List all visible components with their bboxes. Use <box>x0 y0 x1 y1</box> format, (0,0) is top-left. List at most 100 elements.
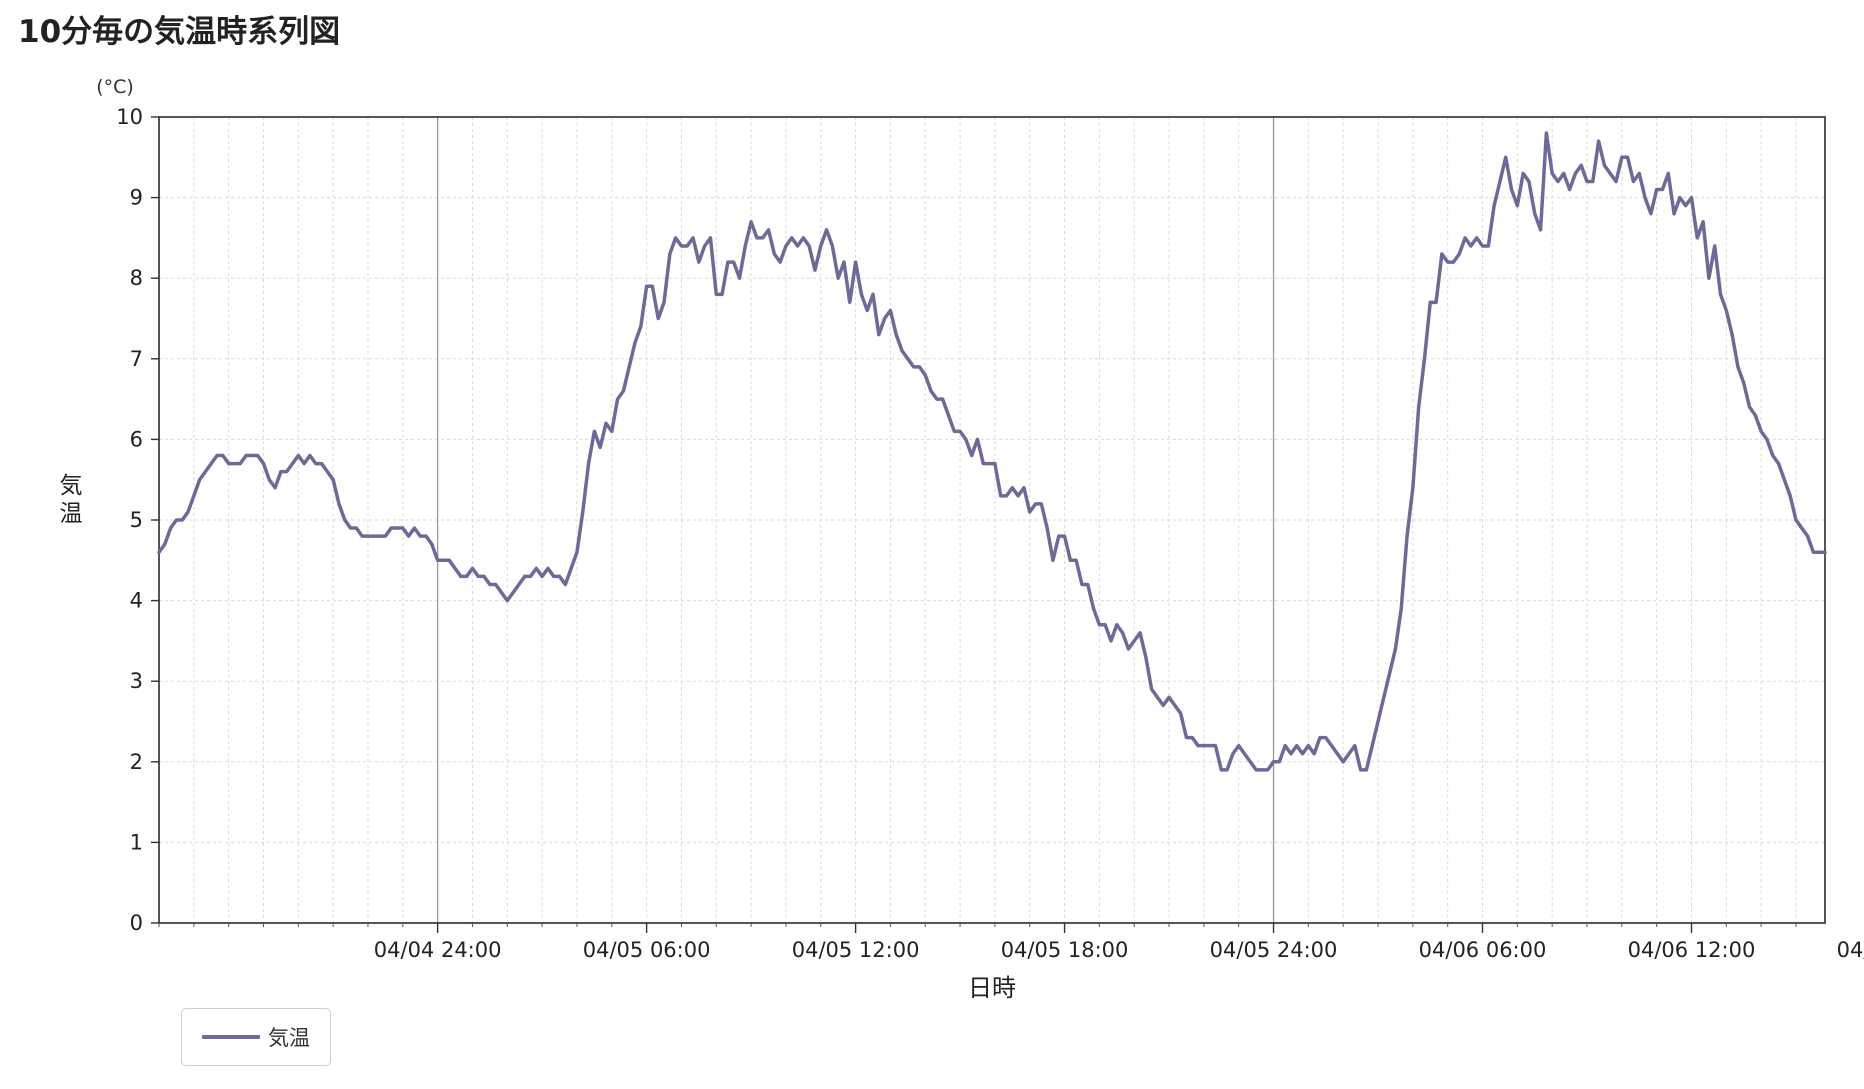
chart-container: 0 1 2 3 4 5 6 7 8 9 10 04/04 24:00 04/05 06:00 04/05… <box>0 0 1864 1085</box>
data-point <box>1231 752 1234 755</box>
data-point <box>181 519 184 522</box>
legend[interactable]: 気温 <box>181 1008 331 1066</box>
data-point <box>1046 527 1049 530</box>
data-point <box>988 462 991 465</box>
data-point <box>1615 180 1618 183</box>
data-point <box>1806 535 1809 538</box>
data-point <box>1388 672 1391 675</box>
data-point <box>535 567 538 570</box>
data-point <box>198 478 201 481</box>
series-line-気温 <box>157 131 1827 772</box>
data-point <box>1475 236 1478 239</box>
x-tick-label: 04/05 06:00 <box>583 938 711 962</box>
data-point <box>1168 696 1171 699</box>
data-point <box>1394 647 1397 650</box>
data-point <box>1458 253 1461 256</box>
data-point <box>1678 196 1681 199</box>
y-tick-label: 0 <box>130 911 143 935</box>
data-point <box>1301 752 1304 755</box>
data-point <box>303 462 306 465</box>
data-point <box>639 325 642 328</box>
data-point <box>1435 301 1438 304</box>
data-point <box>425 535 428 538</box>
data-point <box>1702 220 1705 223</box>
data-point <box>1365 768 1368 771</box>
data-point <box>1760 430 1763 433</box>
data-point <box>755 236 758 239</box>
data-point <box>674 236 677 239</box>
data-point <box>610 430 613 433</box>
data-point <box>1197 744 1200 747</box>
data-point <box>616 398 619 401</box>
data-point <box>262 462 265 465</box>
y-axis-label-char-2: 温 <box>60 501 83 527</box>
data-point <box>1295 744 1298 747</box>
data-point <box>442 559 445 562</box>
data-point <box>802 236 805 239</box>
data-point <box>895 333 898 336</box>
data-point <box>407 535 410 538</box>
data-point <box>1690 196 1693 199</box>
data-point <box>860 293 863 296</box>
y-axis: 0 1 2 3 4 5 6 7 8 9 10 <box>116 105 159 935</box>
data-point <box>564 583 567 586</box>
data-point <box>459 575 462 578</box>
data-point <box>738 277 741 280</box>
data-point <box>343 519 346 522</box>
data-point <box>1359 768 1362 771</box>
data-point <box>1736 365 1739 368</box>
data-point <box>906 357 909 360</box>
data-point <box>1115 623 1118 626</box>
data-point <box>953 430 956 433</box>
data-point <box>500 591 503 594</box>
data-point <box>274 486 277 489</box>
data-point <box>970 454 973 457</box>
data-point <box>1063 535 1066 538</box>
data-point <box>378 535 381 538</box>
data-point <box>982 462 985 465</box>
data-point <box>175 519 178 522</box>
data-point <box>581 510 584 513</box>
data-point <box>634 341 637 344</box>
data-point <box>1696 236 1699 239</box>
data-point <box>622 390 625 393</box>
x-tick-label: 04/05 18:00 <box>1001 938 1129 962</box>
data-point <box>401 527 404 530</box>
data-point <box>1533 212 1536 215</box>
data-point <box>216 454 219 457</box>
data-point <box>1017 494 1020 497</box>
data-point <box>663 301 666 304</box>
data-point <box>575 551 578 554</box>
data-point <box>1527 180 1530 183</box>
data-point <box>779 261 782 264</box>
data-point <box>552 575 555 578</box>
data-point <box>1644 196 1647 199</box>
data-point <box>523 575 526 578</box>
y-axis-label-char-1: 気 <box>60 473 83 499</box>
y-tick-label: 1 <box>130 830 143 854</box>
data-point <box>1307 744 1310 747</box>
data-point <box>279 470 282 473</box>
y-tick-label: 10 <box>116 105 143 129</box>
data-point <box>349 527 352 530</box>
data-point <box>837 277 840 280</box>
data-point <box>1051 559 1054 562</box>
data-point <box>314 462 317 465</box>
data-point <box>419 535 422 538</box>
data-point <box>1255 768 1258 771</box>
data-point <box>889 309 892 312</box>
data-point <box>767 228 770 231</box>
data-point <box>1121 631 1124 634</box>
data-point <box>1098 623 1101 626</box>
data-point <box>1493 204 1496 207</box>
data-point <box>1771 454 1774 457</box>
data-point <box>1104 623 1107 626</box>
data-point <box>604 422 607 425</box>
data-point <box>831 244 834 247</box>
data-point <box>750 220 753 223</box>
data-point <box>1011 486 1014 489</box>
data-point <box>1731 333 1734 336</box>
data-point <box>483 575 486 578</box>
data-point <box>1371 744 1374 747</box>
data-point <box>866 309 869 312</box>
